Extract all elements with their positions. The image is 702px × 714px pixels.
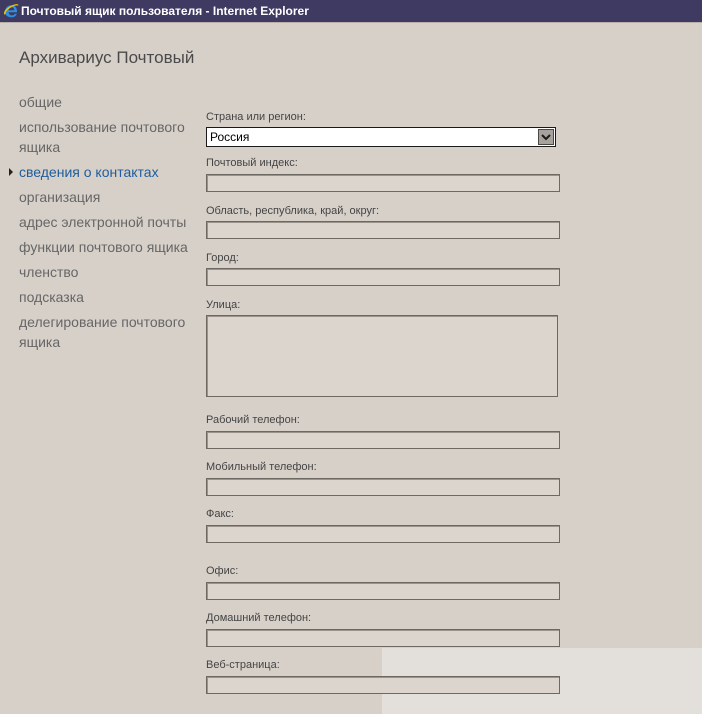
- triangle-right-icon: [9, 168, 13, 176]
- window-title: Почтовый ящик пользователя - Internet Ex…: [21, 4, 309, 18]
- street-label: Улица:: [206, 299, 241, 311]
- work-phone-input[interactable]: [206, 431, 560, 449]
- nav-item-organization[interactable]: организация: [19, 187, 194, 207]
- home-phone-input[interactable]: [206, 629, 560, 647]
- nav-item-general[interactable]: общие: [19, 92, 194, 112]
- mobile-phone-input[interactable]: [206, 478, 560, 496]
- fax-label: Факс:: [206, 508, 234, 520]
- window-titlebar[interactable]: Почтовый ящик пользователя - Internet Ex…: [0, 0, 702, 22]
- nav-item-mailbox-usage[interactable]: использование почтового ящика: [19, 117, 194, 157]
- nav-item-email-address[interactable]: адрес электронной почты: [19, 212, 194, 232]
- chevron-down-icon[interactable]: [538, 129, 554, 145]
- office-label: Офис:: [206, 565, 239, 577]
- nav-item-membership[interactable]: членство: [19, 262, 194, 282]
- region-label: Область, республика, край, округ:: [206, 205, 380, 217]
- office-input[interactable]: [206, 582, 560, 600]
- city-label: Город:: [206, 252, 239, 264]
- postal-code-label: Почтовый индекс:: [206, 157, 298, 169]
- nav-item-mailbox-delegation[interactable]: делегирование почтового ящика: [19, 312, 194, 352]
- country-select[interactable]: Россия: [206, 127, 556, 147]
- web-page-input[interactable]: [206, 676, 560, 694]
- fax-input[interactable]: [206, 525, 560, 543]
- internet-explorer-icon: [3, 4, 19, 18]
- country-select-value: Россия: [210, 130, 250, 144]
- nav-item-mailbox-features[interactable]: функции почтового ящика: [19, 237, 194, 257]
- mobile-phone-label: Мобильный телефон:: [206, 461, 317, 473]
- nav-item-contact-info-label: сведения о контактах: [19, 164, 159, 180]
- page-title: Архивариус Почтовый: [19, 48, 195, 67]
- country-label: Страна или регион:: [206, 111, 306, 123]
- region-input[interactable]: [206, 221, 560, 239]
- home-phone-label: Домашний телефон:: [206, 612, 312, 624]
- street-textarea[interactable]: [206, 315, 558, 397]
- nav-item-mailtip[interactable]: подсказка: [19, 287, 194, 307]
- work-phone-label: Рабочий телефон:: [206, 414, 300, 426]
- web-page-label: Веб-страница:: [206, 659, 280, 671]
- nav-item-contact-info[interactable]: сведения о контактах: [9, 162, 194, 182]
- city-input[interactable]: [206, 268, 560, 286]
- postal-code-input[interactable]: [206, 174, 560, 192]
- sidebar-nav: общие использование почтового ящика свед…: [9, 92, 194, 357]
- titlebar-divider: [0, 22, 702, 23]
